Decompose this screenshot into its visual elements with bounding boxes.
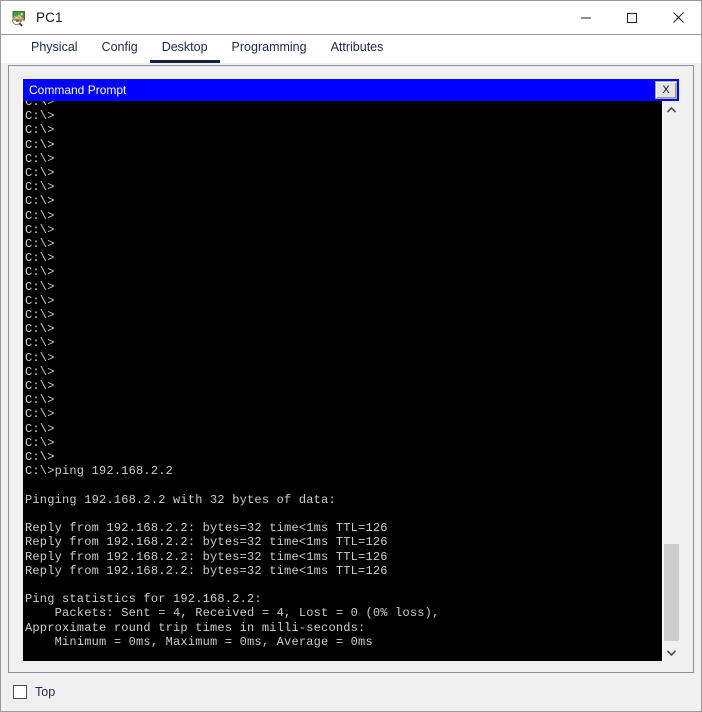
window-title: PC1 [36, 10, 63, 25]
top-checkbox-label: Top [35, 685, 56, 699]
terminal-scrollbar[interactable] [662, 101, 679, 661]
packet-tracer-pc-icon [10, 9, 28, 27]
desktop-tab-content: Command Prompt X C:\> C:\> C:\> C:\> C:\… [1, 63, 701, 711]
close-button[interactable] [655, 1, 701, 34]
tab-attributes[interactable]: Attributes [319, 39, 396, 63]
terminal-scrollback: C:\> C:\> C:\> C:\> C:\> C:\> C:\> C:\> … [25, 101, 440, 649]
maximize-button[interactable] [609, 1, 655, 34]
pc1-window: PC1 Physical Config Desktop Programming … [0, 0, 702, 712]
terminal-text: C:\> C:\> C:\> C:\> C:\> C:\> C:\> C:\> … [25, 101, 439, 661]
minimize-button[interactable] [563, 1, 609, 34]
device-tabs: Physical Config Desktop Programming Attr… [1, 35, 701, 63]
tab-config[interactable]: Config [90, 39, 150, 63]
tab-physical[interactable]: Physical [19, 39, 90, 63]
tab-programming[interactable]: Programming [220, 39, 319, 63]
chevron-down-icon[interactable] [663, 644, 679, 661]
tab-desktop[interactable]: Desktop [149, 39, 220, 63]
terminal-scrollbar-thumb[interactable] [664, 544, 679, 641]
desktop-panel: Command Prompt X C:\> C:\> C:\> C:\> C:\… [8, 65, 694, 673]
bottom-bar: Top [1, 673, 701, 711]
command-prompt-window: Command Prompt X C:\> C:\> C:\> C:\> C:\… [23, 79, 679, 661]
chevron-up-icon[interactable] [663, 101, 679, 118]
window-title-bar: PC1 [1, 1, 701, 35]
command-prompt-titlebar: Command Prompt X [23, 79, 679, 101]
terminal-output-area[interactable]: C:\> C:\> C:\> C:\> C:\> C:\> C:\> C:\> … [23, 101, 662, 661]
command-prompt-body: C:\> C:\> C:\> C:\> C:\> C:\> C:\> C:\> … [23, 101, 679, 661]
top-checkbox[interactable] [13, 685, 27, 699]
command-prompt-title: Command Prompt [29, 83, 127, 97]
command-prompt-close-button[interactable]: X [655, 81, 677, 99]
